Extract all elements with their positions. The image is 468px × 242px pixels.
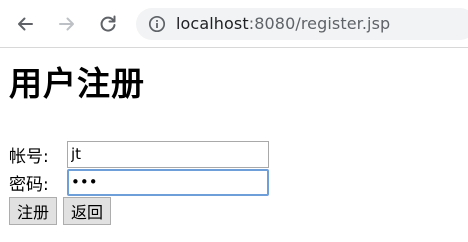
password-row: 密码: xyxy=(9,168,269,196)
register-button[interactable]: 注册 xyxy=(9,197,58,225)
url-text: localhost:8080/register.jsp xyxy=(176,14,390,34)
info-circle-icon[interactable] xyxy=(148,15,166,33)
back-link-button[interactable]: 返回 xyxy=(63,197,112,225)
reload-button[interactable] xyxy=(96,12,120,36)
address-bar[interactable]: localhost:8080/register.jsp xyxy=(136,8,468,40)
page-title: 用户注册 xyxy=(9,64,145,103)
browser-toolbar: localhost:8080/register.jsp xyxy=(0,0,468,48)
form-buttons: 注册 返回 xyxy=(9,197,112,225)
reload-icon xyxy=(100,15,116,32)
arrow-right-icon xyxy=(59,17,74,31)
arrow-left-icon xyxy=(18,17,33,31)
url-host: localhost xyxy=(176,14,249,33)
account-label: 帐号: xyxy=(9,146,49,167)
account-input[interactable] xyxy=(67,140,269,168)
back-button[interactable] xyxy=(13,12,37,36)
account-row: 帐号: xyxy=(9,140,269,168)
password-label: 密码: xyxy=(9,174,49,195)
password-input[interactable] xyxy=(67,168,269,196)
url-path: :8080/register.jsp xyxy=(248,14,391,33)
forward-button[interactable] xyxy=(55,12,79,36)
page-content: 用户注册 帐号: 密码: 注册 返回 xyxy=(0,48,468,242)
